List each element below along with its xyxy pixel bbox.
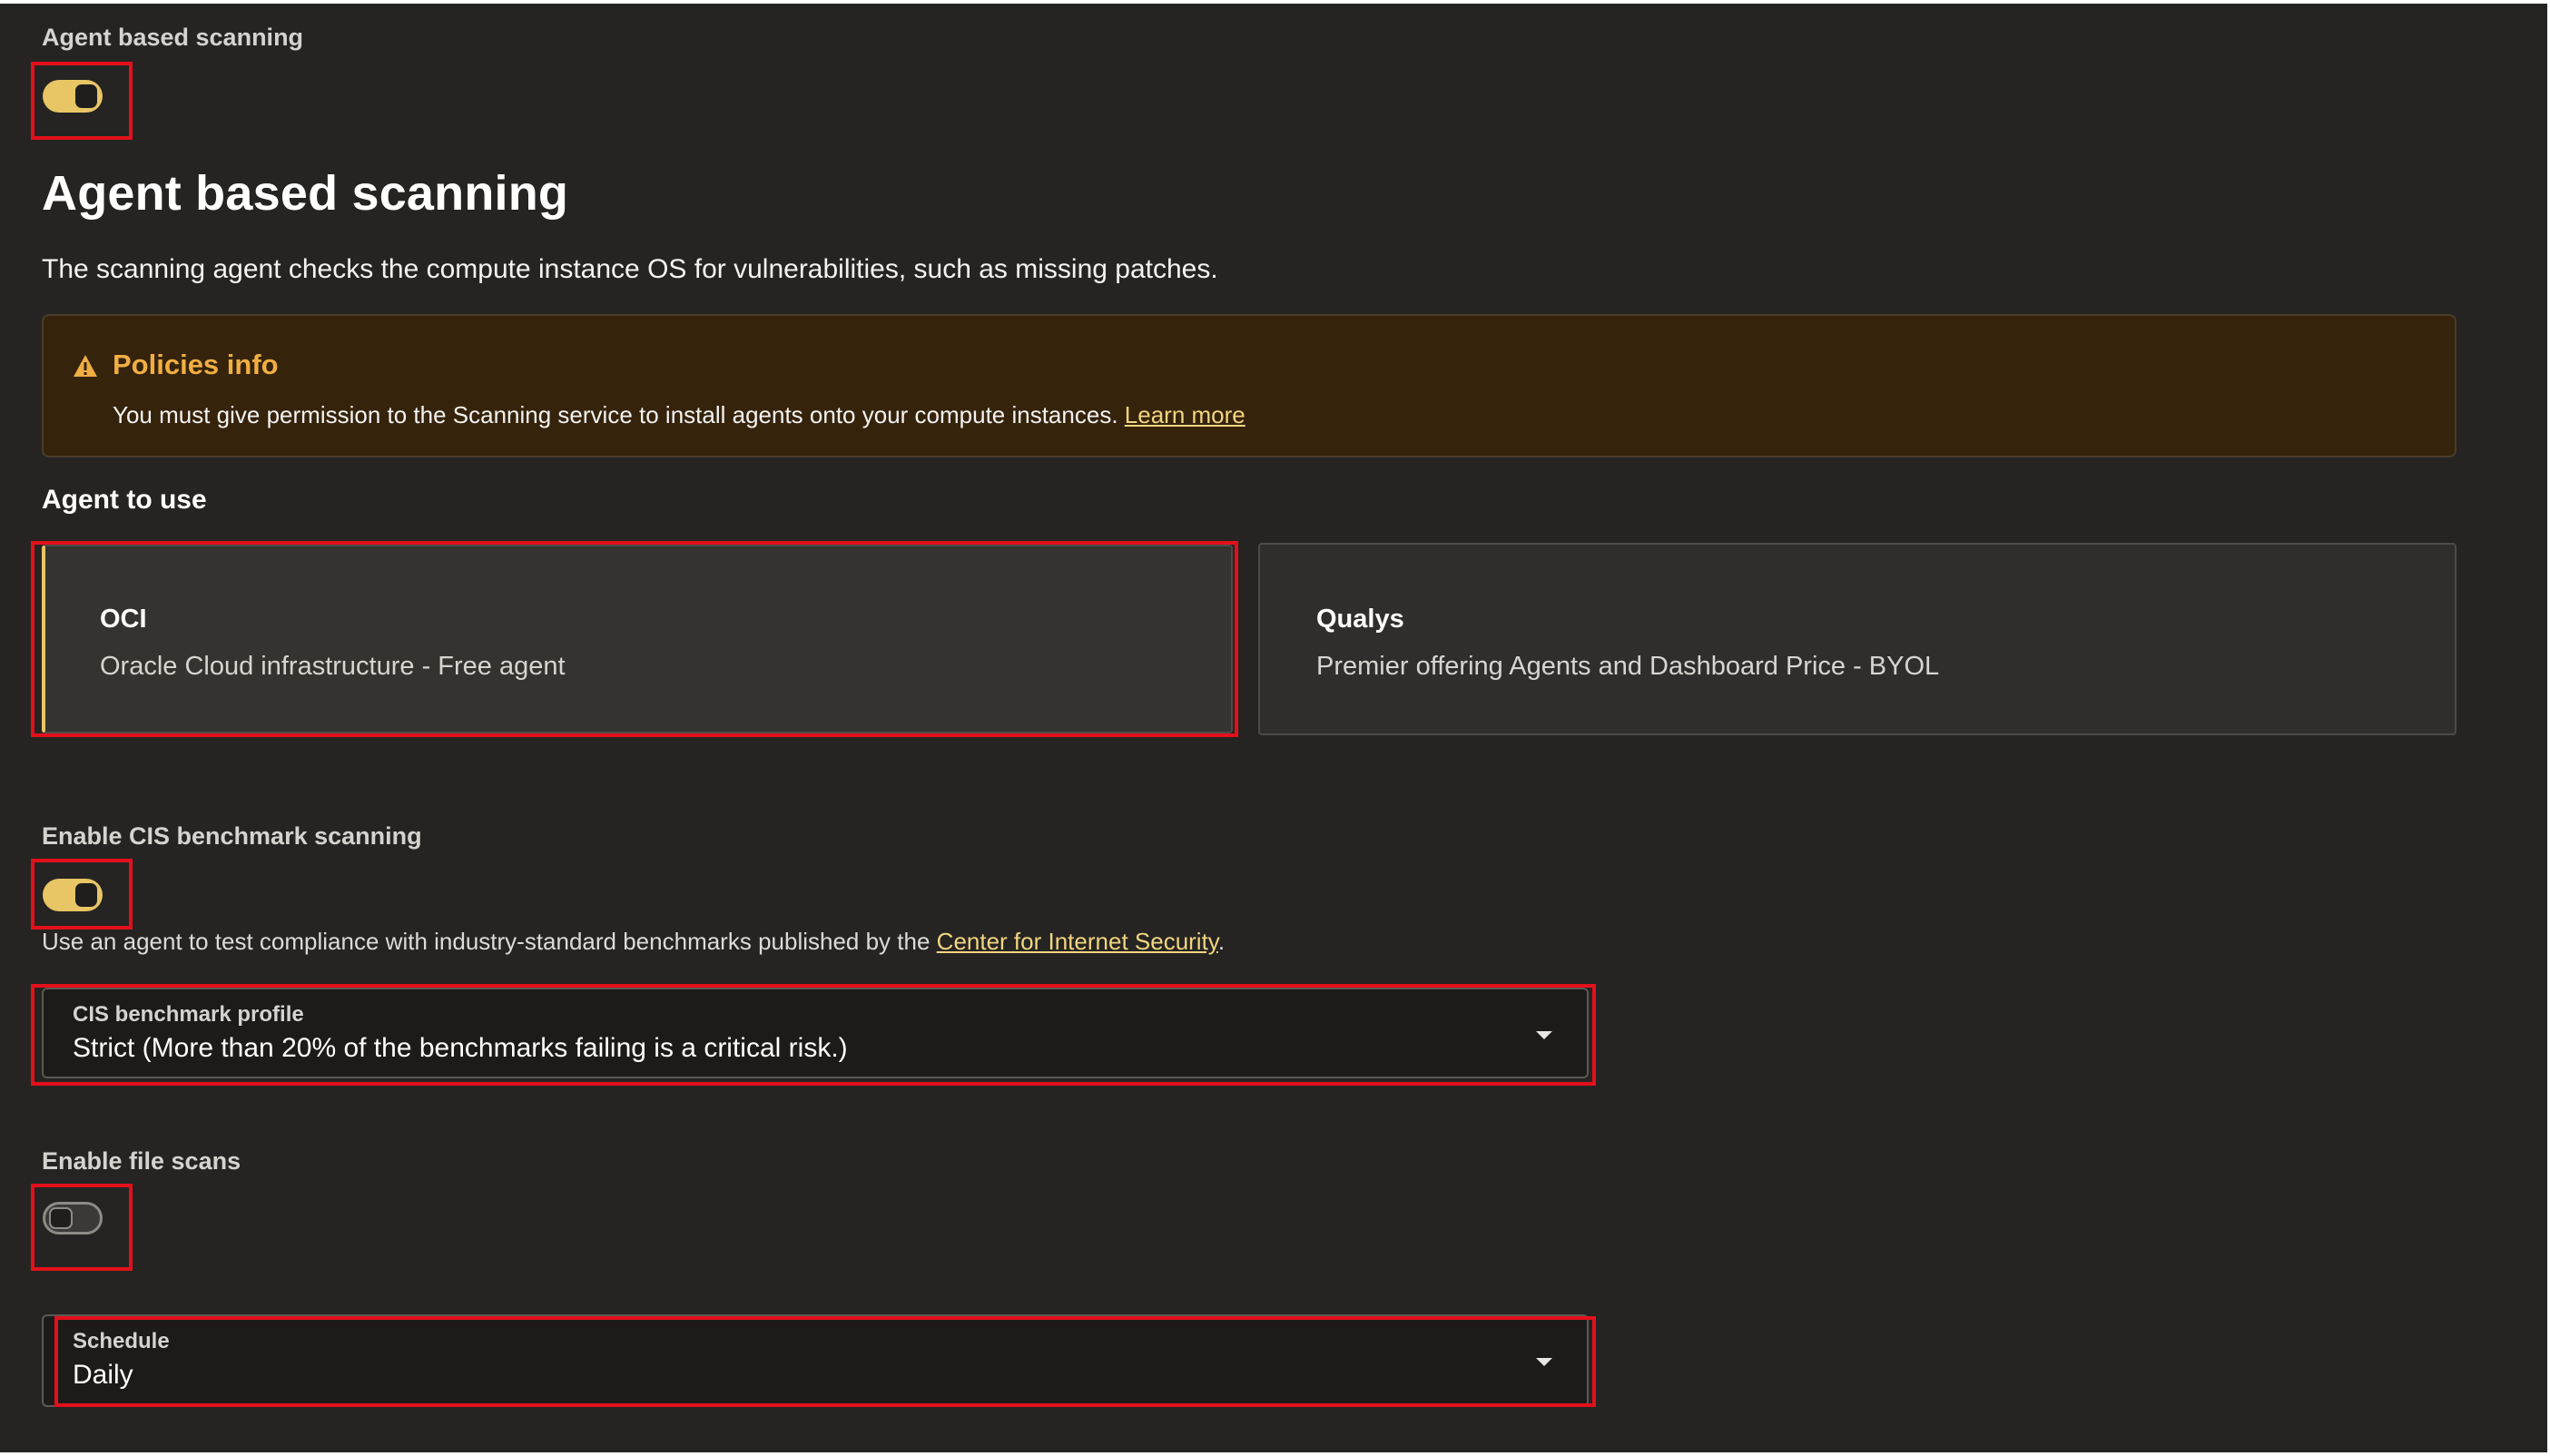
agent-to-use-label: Agent to use bbox=[42, 485, 207, 515]
highlight-box bbox=[31, 541, 1238, 737]
alert-text: You must give permission to the Scanning… bbox=[113, 401, 1118, 428]
cis-helper-text: Use an agent to test compliance with ind… bbox=[42, 928, 1225, 956]
center-for-internet-security-link[interactable]: Center for Internet Security bbox=[937, 928, 1218, 955]
highlight-box bbox=[31, 984, 1596, 1086]
learn-more-link[interactable]: Learn more bbox=[1125, 401, 1245, 428]
cis-helper-prefix: Use an agent to test compliance with ind… bbox=[42, 928, 930, 955]
highlight-box bbox=[31, 859, 133, 930]
alert-title: Policies info bbox=[113, 349, 279, 380]
page-title: Agent based scanning bbox=[42, 166, 569, 221]
highlight-box bbox=[54, 1316, 1596, 1407]
file-scans-toggle-label: Enable file scans bbox=[42, 1147, 241, 1175]
cis-helper-suffix: . bbox=[1217, 928, 1226, 955]
agent-scanning-panel: Agent based scanning Agent based scannin… bbox=[0, 4, 2547, 1452]
policies-info-alert: Policies info You must give permission t… bbox=[42, 314, 2456, 457]
agent-option-title: Qualys bbox=[1316, 605, 1404, 634]
cis-toggle-label: Enable CIS benchmark scanning bbox=[42, 822, 422, 850]
alert-text-line: You must give permission to the Scanning… bbox=[113, 401, 1245, 429]
warning-icon bbox=[74, 355, 97, 377]
agent-option-qualys[interactable]: Qualys Premier offering Agents and Dashb… bbox=[1258, 543, 2456, 735]
agent-scanning-toggle-label: Agent based scanning bbox=[42, 24, 304, 51]
highlight-box bbox=[31, 62, 133, 140]
highlight-box bbox=[31, 1184, 133, 1271]
page-description: The scanning agent checks the compute in… bbox=[42, 254, 1218, 284]
agent-option-subtitle: Premier offering Agents and Dashboard Pr… bbox=[1316, 652, 1940, 681]
